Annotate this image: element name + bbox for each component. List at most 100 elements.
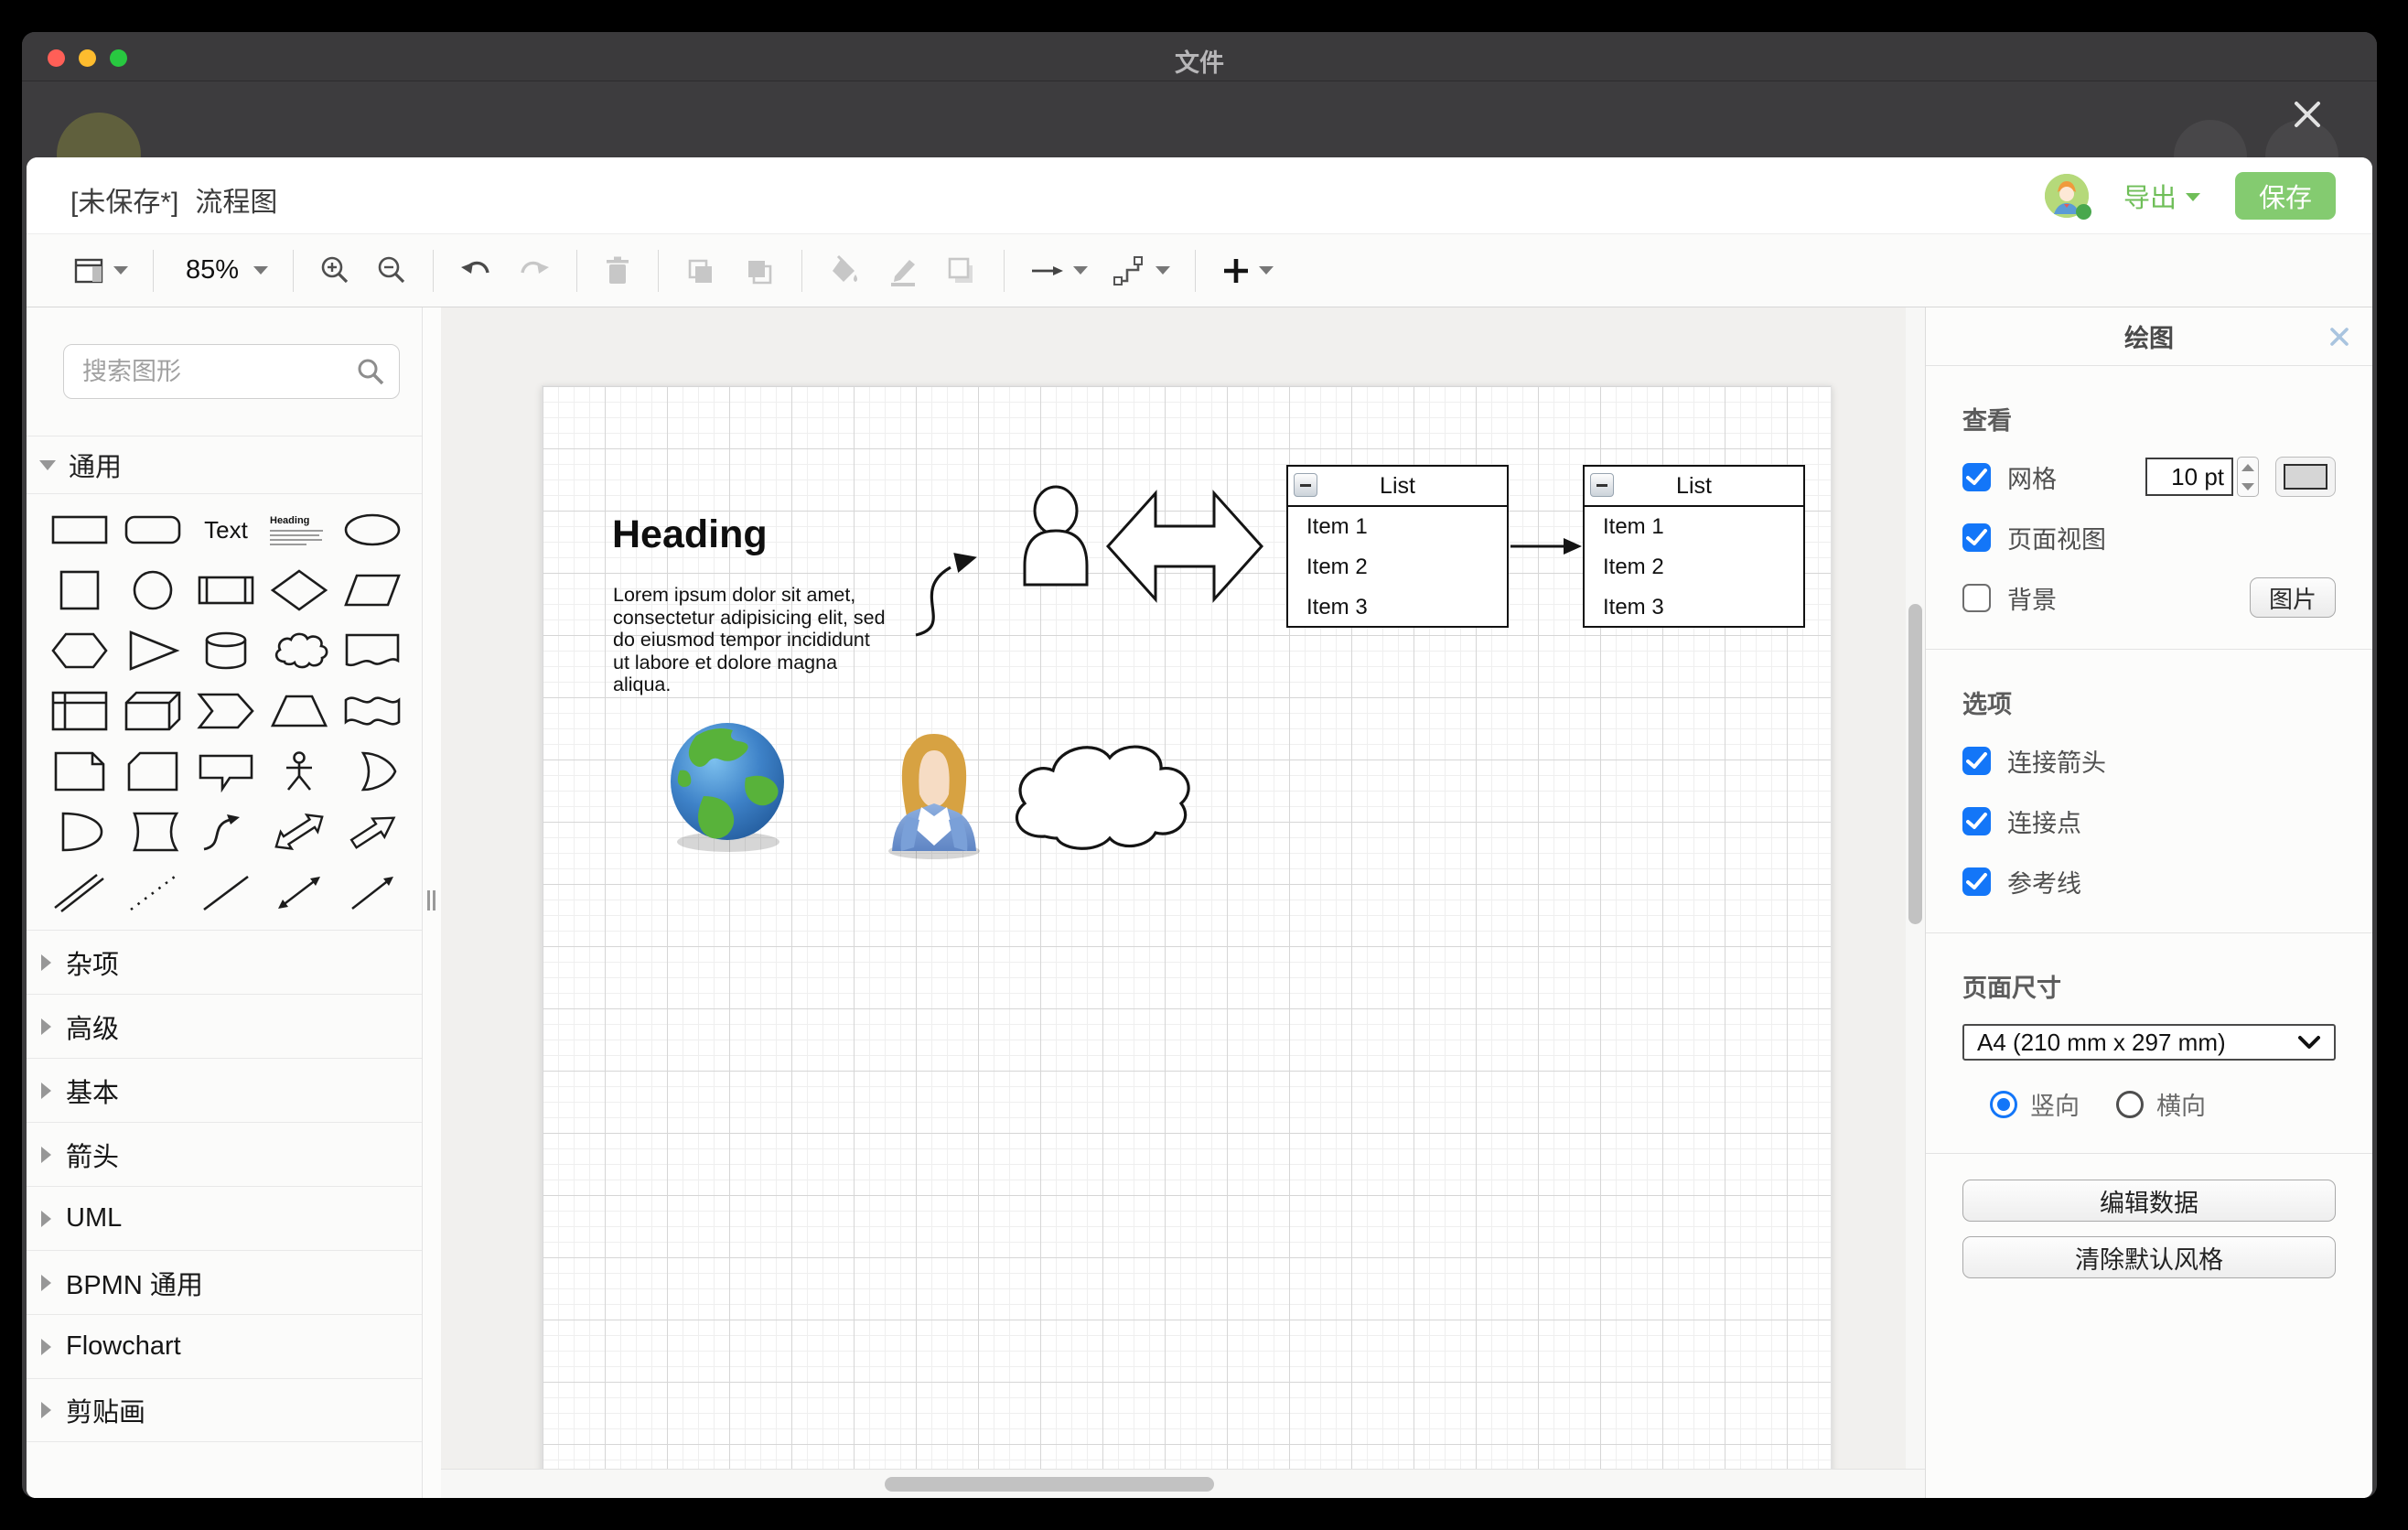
- grid-size-input[interactable]: [2145, 458, 2233, 496]
- background-checkbox[interactable]: [1962, 584, 1991, 612]
- actor-shape[interactable]: [1025, 487, 1087, 585]
- list-shape[interactable]: List Item 1 Item 2 Item 3: [1286, 465, 1509, 628]
- shape-hexagon-icon[interactable]: [43, 620, 116, 681]
- shape-parallelogram-icon[interactable]: [336, 560, 409, 620]
- section-general[interactable]: 通用: [27, 436, 422, 493]
- shape-dotted-line-icon[interactable]: [116, 862, 189, 922]
- image-button[interactable]: 图片: [2250, 577, 2336, 618]
- shape-cube-icon[interactable]: [116, 681, 189, 741]
- redo-button[interactable]: [505, 254, 564, 287]
- section-advanced[interactable]: 高级: [27, 994, 422, 1058]
- sidebar-splitter[interactable]: [423, 307, 441, 1498]
- shape-trapezoid-icon[interactable]: [263, 681, 336, 741]
- section-clipart[interactable]: 剪贴画: [27, 1378, 422, 1442]
- shape-curve-icon[interactable]: [189, 802, 263, 862]
- section-arrows[interactable]: 箭头: [27, 1122, 422, 1186]
- diagram-canvas[interactable]: Heading Lorem ipsum dolor sit amet, cons…: [441, 307, 1925, 1498]
- shape-note-icon[interactable]: [43, 741, 116, 802]
- to-front-button[interactable]: [672, 254, 730, 287]
- zoom-in-button[interactable]: [306, 254, 363, 287]
- cloud-shape[interactable]: [1016, 747, 1188, 848]
- undo-button[interactable]: [446, 254, 505, 287]
- shape-arrow-icon[interactable]: [336, 802, 409, 862]
- line-color-button[interactable]: [874, 254, 932, 287]
- grid-size-stepper[interactable]: [2237, 457, 2259, 497]
- export-button[interactable]: 导出: [2123, 177, 2200, 215]
- edit-data-button[interactable]: 编辑数据: [1962, 1180, 2336, 1222]
- shape-bidirectional-connector-icon[interactable]: [263, 862, 336, 922]
- shape-cylinder-icon[interactable]: [189, 620, 263, 681]
- shape-data-storage-icon[interactable]: [116, 802, 189, 862]
- shape-link-icon[interactable]: [43, 862, 116, 922]
- page-view-button[interactable]: [59, 254, 140, 287]
- shape-ellipse-icon[interactable]: [336, 500, 409, 560]
- section-misc[interactable]: 杂项: [27, 930, 422, 994]
- shape-process-icon[interactable]: [189, 560, 263, 620]
- fill-color-button[interactable]: [815, 254, 874, 287]
- shape-callout-icon[interactable]: [189, 741, 263, 802]
- shape-diamond-icon[interactable]: [263, 560, 336, 620]
- connection-points-checkbox[interactable]: [1962, 807, 1991, 835]
- double-arrow-shape[interactable]: [1108, 493, 1262, 599]
- stepper-up-icon[interactable]: [2238, 458, 2258, 477]
- close-overlay-icon[interactable]: [2289, 96, 2326, 133]
- shape-internal-storage-icon[interactable]: [43, 681, 116, 741]
- shape-rounded-rectangle-icon[interactable]: [116, 500, 189, 560]
- shape-document-icon[interactable]: [336, 620, 409, 681]
- shape-square-icon[interactable]: [43, 560, 116, 620]
- shape-line-icon[interactable]: [189, 862, 263, 922]
- vertical-scrollbar-thumb[interactable]: [1908, 604, 1922, 924]
- list-shape[interactable]: List Item 1 Item 2 Item 3: [1583, 465, 1805, 628]
- section-bpmn[interactable]: BPMN 通用: [27, 1250, 422, 1314]
- splitter-handle-icon[interactable]: [427, 890, 435, 910]
- connection-button[interactable]: [1017, 254, 1100, 287]
- panel-close-icon[interactable]: [2327, 324, 2352, 356]
- to-back-button[interactable]: [730, 254, 789, 287]
- clear-default-style-button[interactable]: 清除默认风格: [1962, 1236, 2336, 1278]
- page-size-select[interactable]: A4 (210 mm x 297 mm): [1962, 1024, 2336, 1061]
- collapse-icon[interactable]: [1294, 473, 1317, 497]
- list-item[interactable]: Item 2: [1585, 547, 1803, 587]
- shadow-button[interactable]: [932, 254, 991, 287]
- save-button[interactable]: 保存: [2235, 172, 2336, 220]
- shape-or-icon[interactable]: [336, 741, 409, 802]
- list-item[interactable]: Item 2: [1288, 547, 1507, 587]
- horizontal-scrollbar-thumb[interactable]: [885, 1477, 1214, 1492]
- vertical-scrollbar[interactable]: [1906, 307, 1925, 1469]
- shape-triangle-icon[interactable]: [116, 620, 189, 681]
- canvas-paragraph-text[interactable]: Lorem ipsum dolor sit amet, consectetur …: [613, 584, 887, 696]
- shape-rectangle-icon[interactable]: [43, 500, 116, 560]
- canvas-heading-text[interactable]: Heading: [612, 512, 768, 557]
- shape-cloud-icon[interactable]: [263, 620, 336, 681]
- horizontal-scrollbar[interactable]: [441, 1469, 1925, 1498]
- waypoints-button[interactable]: [1100, 253, 1182, 289]
- zoom-out-button[interactable]: [363, 254, 420, 287]
- stepper-down-icon[interactable]: [2238, 477, 2258, 496]
- guides-checkbox[interactable]: [1962, 867, 1991, 896]
- delete-button[interactable]: [590, 254, 645, 287]
- search-input[interactable]: [63, 344, 400, 399]
- shape-bidirectional-arrow-icon[interactable]: [263, 802, 336, 862]
- shape-text-icon[interactable]: Text: [189, 500, 263, 560]
- shape-directional-connector-icon[interactable]: [336, 862, 409, 922]
- shape-card-icon[interactable]: [116, 741, 189, 802]
- globe-clipart[interactable]: [671, 723, 784, 852]
- portrait-radio[interactable]: [1990, 1091, 2017, 1118]
- curve-connector[interactable]: [916, 553, 977, 635]
- zoom-level-button[interactable]: 85%: [167, 255, 280, 286]
- list-item[interactable]: Item 1: [1288, 507, 1507, 547]
- landscape-radio[interactable]: [2116, 1091, 2144, 1118]
- shape-tape-icon[interactable]: [336, 681, 409, 741]
- shape-textbox-icon[interactable]: Heading: [263, 500, 336, 560]
- woman-clipart[interactable]: [888, 734, 980, 859]
- shape-and-icon[interactable]: [43, 802, 116, 862]
- collapse-icon[interactable]: [1590, 473, 1614, 497]
- avatar[interactable]: [2045, 174, 2089, 218]
- shape-circle-icon[interactable]: [116, 560, 189, 620]
- grid-color-button[interactable]: [2275, 457, 2336, 497]
- list-connector[interactable]: [1510, 538, 1582, 555]
- page-view-checkbox[interactable]: [1962, 523, 1991, 552]
- list-item[interactable]: Item 3: [1288, 587, 1507, 628]
- insert-button[interactable]: [1209, 255, 1285, 286]
- section-uml[interactable]: UML: [27, 1186, 422, 1250]
